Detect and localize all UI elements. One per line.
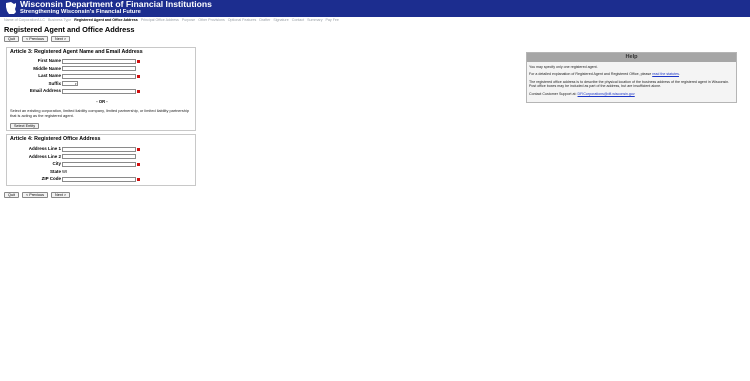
support-email-link[interactable]: DFICorporations@dfi.wisconsin.gov	[578, 92, 635, 96]
help-text-contact-pre: Contact Customer Support at:	[529, 91, 578, 96]
middle-name-input[interactable]	[62, 66, 136, 71]
article-4-title: Article 4: Registered Office Address	[10, 136, 101, 142]
help-text-office: The registered office address is to desc…	[529, 79, 730, 89]
article-3-title: Article 3: Registered Agent Name and Ema…	[10, 49, 143, 55]
required-icon	[137, 162, 140, 166]
step-signature[interactable]: Signature	[273, 17, 288, 23]
first-name-label: First Name	[37, 58, 61, 63]
city-input[interactable]	[62, 161, 136, 167]
step-drafter[interactable]: Drafter	[259, 17, 270, 23]
first-name-input[interactable]	[62, 58, 136, 64]
state-value: WI	[62, 168, 68, 174]
middle-name-label: Middle Name	[33, 65, 61, 71]
suffix-row: Suffix ▾	[7, 81, 197, 87]
address-line-1-label: Address Line 1	[28, 146, 61, 151]
chevron-down-icon: ▾	[74, 82, 77, 87]
previous-button[interactable]: < Previous	[21, 192, 49, 198]
help-text-agent: You may specify only one registered agen…	[529, 65, 598, 69]
required-icon	[137, 89, 140, 93]
state-row: State WI	[7, 169, 197, 175]
help-text-contact: Contact Customer Support at: DFICorporat…	[529, 92, 734, 96]
required-icon	[137, 177, 140, 181]
previous-button[interactable]: < Previous	[21, 36, 49, 42]
email-input[interactable]	[62, 88, 136, 94]
help-text-statutes: For a detailed explanation of Registered…	[529, 72, 734, 76]
article-3-section: Article 3: Registered Agent Name and Ema…	[6, 47, 196, 131]
email-label: Email Address	[29, 88, 61, 93]
required-icon	[137, 147, 140, 151]
help-heading: Help	[527, 53, 736, 62]
step-purpose[interactable]: Purpose	[182, 17, 195, 23]
entity-note: Select an existing corporation, limited …	[10, 108, 189, 118]
middle-name-row: Middle Name	[7, 66, 197, 72]
step-name[interactable]: Name of Corporation/LLC	[4, 17, 45, 23]
zip-row: ZIP Code	[7, 176, 197, 182]
address-line-1-input[interactable]	[62, 146, 136, 152]
help-text-statutes-post: .	[678, 72, 680, 77]
select-entity-button[interactable]: Select Entity	[10, 123, 40, 129]
required-icon	[137, 59, 140, 63]
top-button-row: Quit < Previous Next >	[4, 36, 71, 42]
suffix-label: Suffix	[48, 80, 61, 86]
last-name-row: Last Name	[7, 73, 197, 79]
help-panel: Help You may specify only one registered…	[526, 52, 737, 103]
first-name-row: First Name	[7, 58, 197, 64]
statutes-link[interactable]: read the statutes	[652, 72, 679, 76]
page-title: Registered Agent and Office Address	[4, 25, 135, 34]
step-other-provisions[interactable]: Other Provisions	[198, 17, 225, 23]
quit-button[interactable]: Quit	[4, 36, 19, 42]
header-banner: Wisconsin Department of Financial Instit…	[0, 0, 750, 17]
last-name-label: Last Name	[38, 73, 61, 78]
wisconsin-map-icon	[6, 2, 16, 14]
state-label: State	[49, 168, 61, 174]
next-button[interactable]: Next >	[51, 36, 71, 42]
step-summary[interactable]: Summary	[307, 17, 322, 23]
suffix-select[interactable]: ▾	[62, 81, 78, 86]
step-contact[interactable]: Contact	[292, 17, 304, 23]
city-label: City	[52, 161, 61, 166]
email-row: Email Address	[7, 88, 197, 94]
step-business-type[interactable]: Business Type	[48, 17, 71, 23]
step-principal-office[interactable]: Principal Office Address	[141, 17, 179, 23]
or-divider: - OR -	[96, 99, 108, 104]
required-icon	[137, 74, 140, 78]
zip-label: ZIP Code	[41, 176, 61, 181]
step-navigation: Name of Corporation/LLC Business Type Re…	[4, 17, 342, 23]
help-text-statutes-pre: For a detailed explanation of Registered…	[529, 72, 653, 77]
step-registered-agent: Registered Agent and Office Address	[74, 18, 138, 22]
address-line-2-row: Address Line 2	[7, 154, 197, 160]
address-line-1-row: Address Line 1	[7, 146, 197, 152]
address-line-2-label: Address Line 2	[28, 153, 61, 159]
last-name-input[interactable]	[62, 73, 136, 79]
next-button[interactable]: Next >	[51, 192, 71, 198]
address-line-2-input[interactable]	[62, 154, 136, 159]
quit-button[interactable]: Quit	[4, 192, 19, 198]
step-pay-fee[interactable]: Pay Fee	[326, 17, 339, 23]
city-row: City	[7, 161, 197, 167]
site-subtitle: Strengthening Wisconsin's Financial Futu…	[20, 8, 141, 15]
article-4-section: Article 4: Registered Office Address Add…	[6, 134, 196, 186]
zip-input[interactable]	[62, 176, 136, 182]
step-optional-features[interactable]: Optional Features	[228, 17, 257, 23]
bottom-button-row: Quit < Previous Next >	[4, 192, 71, 198]
